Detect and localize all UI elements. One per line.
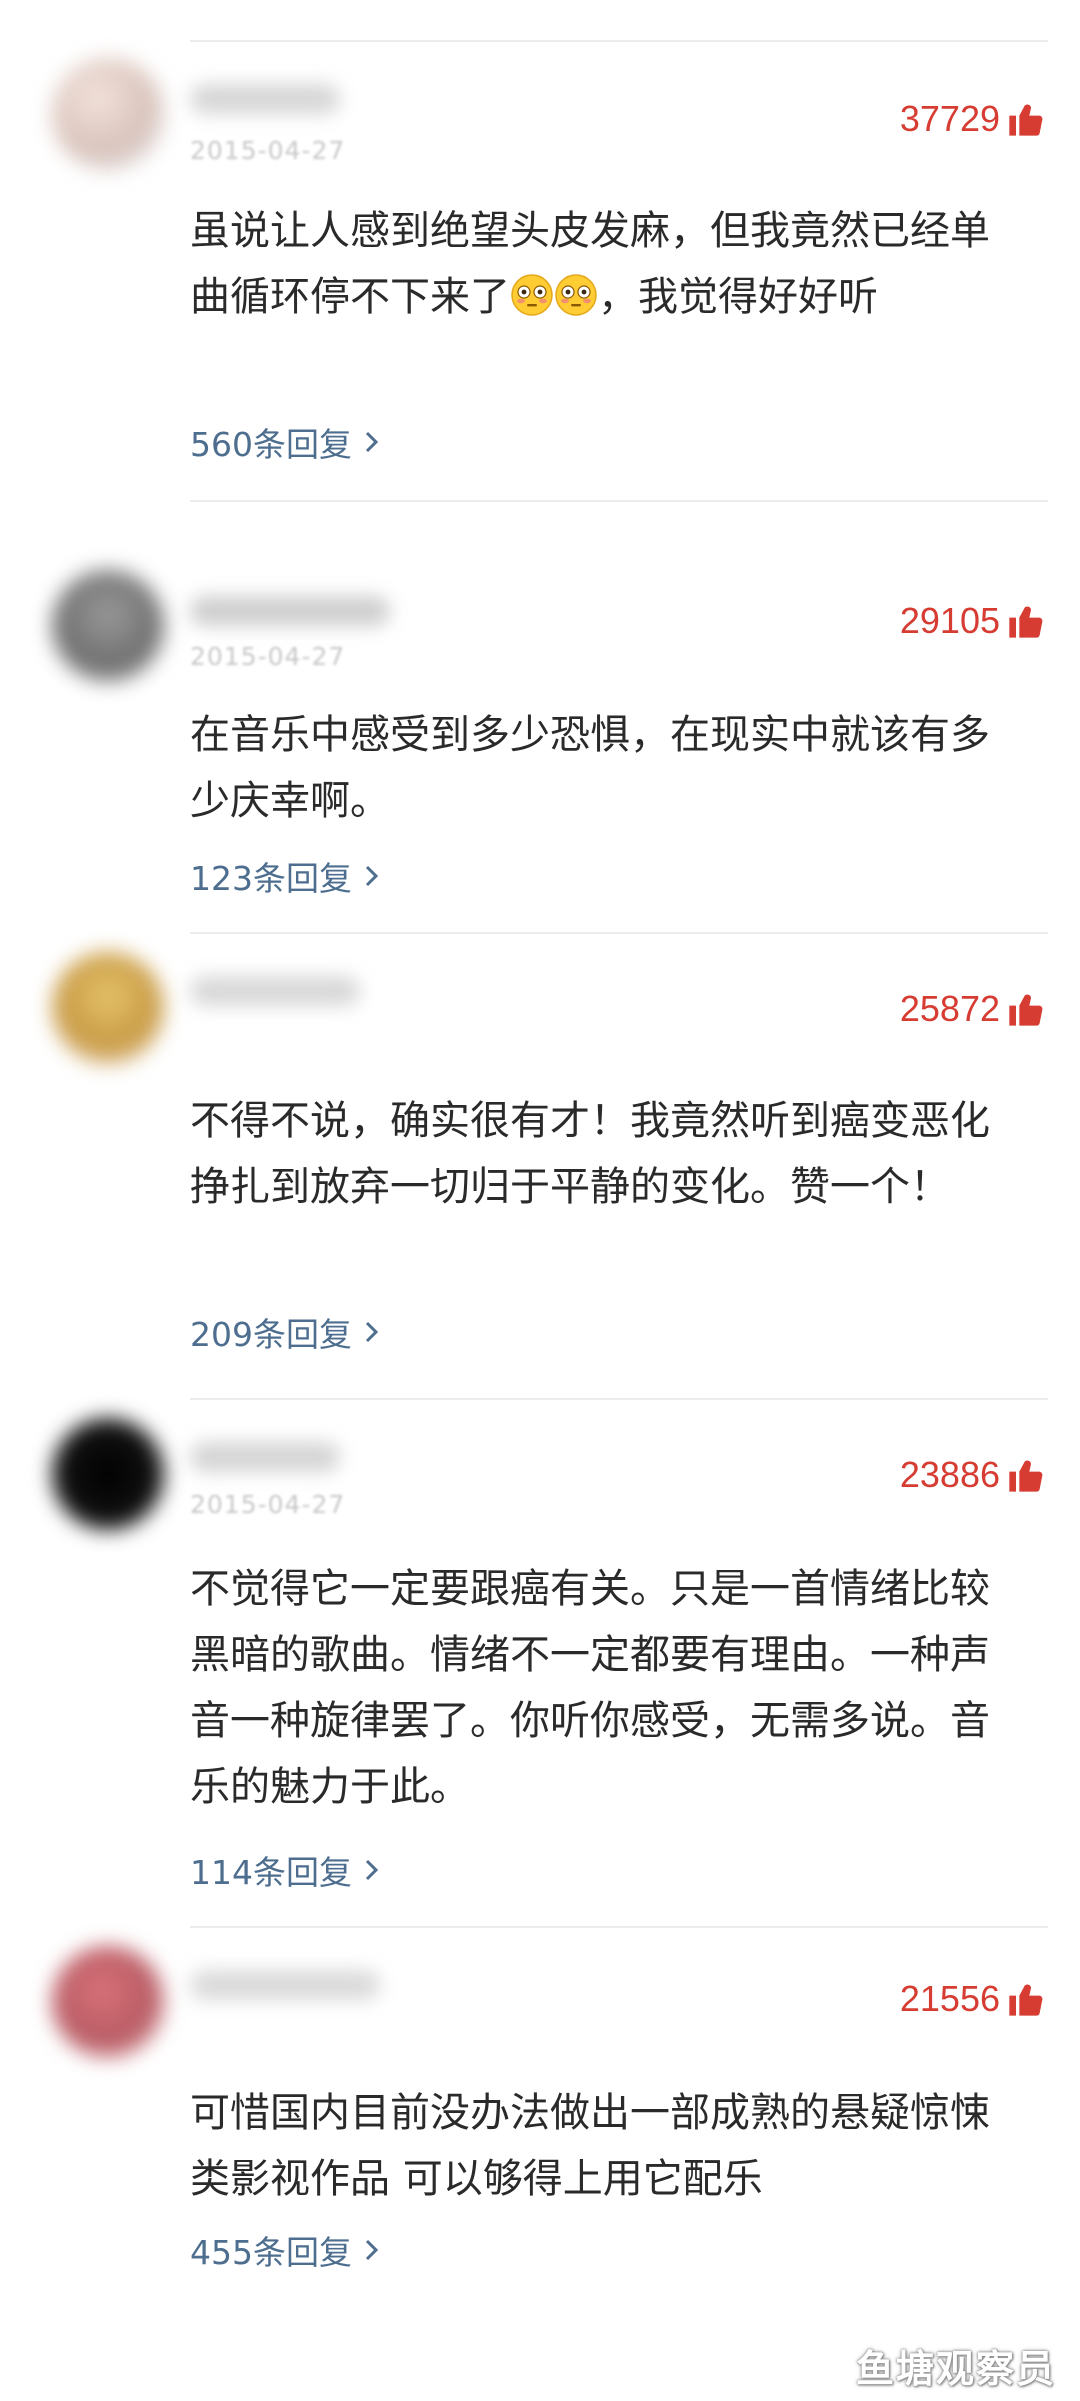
comment-date: 2015-04-27 (190, 1490, 346, 1519)
thumbs-up-icon (1009, 994, 1043, 1026)
username-blurred[interactable] (190, 1970, 380, 2000)
reply-count: 123条回复 (190, 859, 352, 898)
like-count: 21556 (899, 1978, 1000, 2019)
divider (190, 932, 1048, 934)
reply-count: 209条回复 (190, 1315, 352, 1354)
username-blurred[interactable] (190, 84, 340, 114)
avatar[interactable] (52, 58, 164, 170)
watermark: 鱼塘观察员 (855, 2347, 1056, 2391)
like-count: 29105 (899, 600, 1000, 641)
like-button[interactable]: 25872 (900, 988, 1046, 1030)
comment-date: 2015-04-27 (190, 642, 346, 671)
like-button[interactable]: 21556 (900, 1978, 1046, 2020)
username-blurred[interactable] (190, 1442, 340, 1472)
thumbs-up-icon (1009, 1984, 1043, 2016)
like-button[interactable]: 29105 (900, 600, 1046, 642)
comment-text: 在音乐中感受到多少恐惧，在现实中就该有多少庆幸啊。 (190, 712, 990, 824)
chevron-right-icon (365, 431, 379, 453)
flushed-face-emoji (511, 274, 553, 316)
like-count: 23886 (899, 1454, 1000, 1495)
username-blurred[interactable] (190, 596, 390, 626)
chevron-right-icon (365, 1859, 379, 1881)
reply-count: 560条回复 (190, 425, 352, 464)
chevron-right-icon (365, 2239, 379, 2261)
like-count: 25872 (899, 988, 1000, 1029)
like-count: 37729 (899, 98, 1000, 139)
replies-link[interactable]: 209条回复 (190, 1308, 382, 1356)
replies-link[interactable]: 114条回复 (190, 1846, 382, 1894)
avatar[interactable] (52, 1418, 164, 1530)
replies-link[interactable]: 455条回复 (190, 2226, 382, 2274)
avatar[interactable] (52, 570, 164, 682)
avatar[interactable] (52, 952, 164, 1064)
divider (190, 1926, 1048, 1928)
reply-count: 455条回复 (190, 2233, 352, 2272)
comment-text: 可惜国内目前没办法做出一部成熟的悬疑惊悚类影视作品 可以够得上用它配乐 (190, 2090, 990, 2202)
comment-text: 不觉得它一定要跟癌有关。只是一首情绪比较黑暗的歌曲。情绪不一定都要有理由。一种声… (190, 1566, 990, 1810)
comment-date: 2015-04-27 (190, 136, 346, 165)
chevron-right-icon (365, 865, 379, 887)
like-button[interactable]: 23886 (900, 1454, 1046, 1496)
reply-count: 114条回复 (190, 1853, 352, 1892)
divider (190, 40, 1048, 42)
comment-text: 虽说让人感到绝望头皮发麻，但我竟然已经单曲循环停不下来了 ，我觉得好好听 (190, 208, 990, 320)
chevron-right-icon (365, 1321, 379, 1343)
divider (190, 500, 1048, 502)
comment-list: 2015-04-27 37729 虽说让人感到绝望头皮发麻，但我竟然已经单曲循环… (0, 0, 1080, 2401)
username-blurred[interactable] (190, 976, 360, 1006)
like-button[interactable]: 37729 (900, 98, 1046, 140)
comment-text: 不得不说，确实很有才！我竟然听到癌变恶化挣扎到放弃一切归于平静的变化。赞一个！ (190, 1098, 990, 1210)
replies-link[interactable]: 123条回复 (190, 852, 382, 900)
avatar[interactable] (52, 1946, 164, 2058)
thumbs-up-icon (1009, 104, 1043, 136)
divider (190, 1398, 1048, 1400)
thumbs-up-icon (1009, 606, 1043, 638)
thumbs-up-icon (1009, 1460, 1043, 1492)
flushed-face-emoji (555, 274, 597, 316)
replies-link[interactable]: 560条回复 (190, 418, 382, 466)
